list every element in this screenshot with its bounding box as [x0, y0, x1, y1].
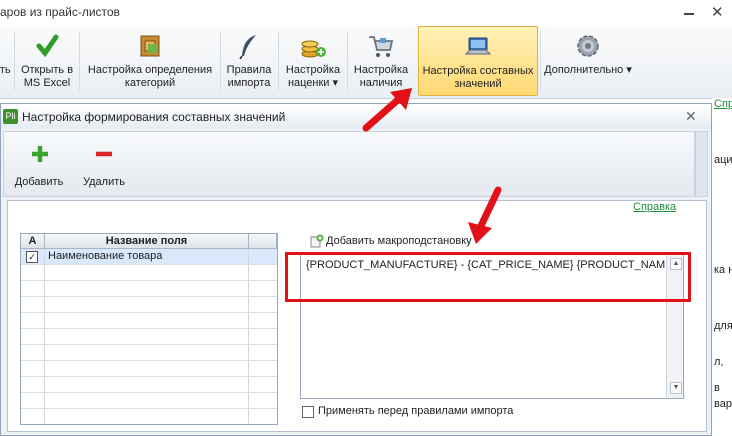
background-text: ка н	[714, 264, 732, 276]
background-text: для	[714, 320, 732, 332]
table-row-empty	[21, 281, 277, 297]
minus-icon	[96, 151, 112, 157]
laptop-icon	[464, 37, 492, 55]
apply-before-import-label: Применять перед правилами импорта	[318, 405, 514, 417]
quill-pen-icon	[239, 35, 256, 60]
app-title: аров из прайс-листов	[0, 5, 120, 19]
annotation-highlight-box	[285, 252, 691, 302]
background-text: в	[714, 382, 720, 394]
table-row-empty	[21, 265, 277, 281]
add-button[interactable]: Добавить	[10, 142, 68, 194]
column-header-extra	[249, 234, 277, 249]
dialog-title-bar: Pli Настройка формирования составных зна…	[1, 104, 711, 129]
add-macro-link[interactable]: Добавить макроподстановку	[326, 235, 472, 247]
help-link[interactable]: Справка	[633, 201, 676, 213]
fields-table: A Название поля ✓ Наименование товара	[20, 233, 278, 425]
background-text: л,	[714, 356, 724, 368]
ribbon-label: Настройка наценки ▾	[285, 64, 341, 89]
table-row-empty	[21, 393, 277, 409]
add-macro-icon	[310, 234, 324, 248]
coins-add-icon	[301, 40, 326, 58]
close-icon[interactable]: ✕	[685, 108, 697, 125]
table-row-empty	[21, 345, 277, 361]
add-button-label: Добавить	[14, 176, 64, 188]
dialog-body: Справка A Название поля ✓ Наименование т…	[7, 200, 707, 432]
open-in-excel-button[interactable]: Открыть в MS Excel	[16, 26, 78, 96]
ribbon-label: ать	[0, 64, 11, 76]
table-row-empty	[21, 297, 277, 313]
app-title-bar: аров из прайс-листов ✕	[0, 0, 732, 26]
excel-check-icon	[36, 34, 59, 58]
dialog-title: Настройка формирования составных значени…	[22, 110, 286, 124]
column-header-a[interactable]: A	[21, 234, 45, 249]
background-window-edge: ации ка н для л, в вара	[712, 98, 732, 436]
ribbon-button-partial[interactable]: ать	[0, 26, 14, 96]
delete-button-label: Удалить	[83, 176, 125, 188]
table-row[interactable]: ✓ Наименование товара	[21, 249, 277, 265]
row-checkbox-cell[interactable]: ✓	[21, 249, 45, 264]
markup-settings-button[interactable]: Настройка наценки ▾	[280, 26, 346, 96]
row-field-name: Наименование товара	[45, 249, 249, 264]
ribbon-label: Настройка составных значений	[422, 65, 534, 90]
table-row-empty	[21, 329, 277, 345]
ribbon-label: Правила импорта	[226, 64, 272, 89]
background-text: ации	[714, 154, 732, 166]
ribbon-label: Открыть в MS Excel	[20, 64, 74, 89]
annotation-arrow-icon	[468, 186, 502, 244]
delete-button[interactable]: Удалить	[78, 142, 130, 194]
table-row-empty	[21, 313, 277, 329]
more-options-button[interactable]: Дополнительно ▾	[542, 26, 634, 96]
category-settings-button[interactable]: Настройка определения категорий	[81, 26, 219, 96]
app-logo-icon: Pli	[3, 109, 18, 124]
composite-values-button[interactable]: Настройка составных значений	[418, 26, 538, 96]
apply-before-import-checkbox[interactable]	[302, 406, 314, 418]
table-row-empty	[21, 409, 277, 424]
table-row-empty	[21, 377, 277, 393]
ribbon-label: Дополнительно ▾	[544, 64, 632, 76]
background-text: вара	[714, 398, 732, 410]
dialog-toolbar: Добавить Удалить	[3, 131, 695, 197]
column-header-field-name[interactable]: Название поля	[45, 234, 249, 249]
ribbon-label: Настройка определения категорий	[87, 64, 213, 89]
annotation-arrow-icon	[362, 88, 412, 132]
minimize-icon[interactable]	[684, 10, 694, 15]
shopping-cart-icon	[369, 36, 394, 57]
background-help-link[interactable]: Справ	[714, 98, 732, 110]
row-checkbox[interactable]: ✓	[26, 251, 38, 263]
import-rules-button[interactable]: Правила импорта	[222, 26, 276, 96]
category-box-icon	[140, 35, 160, 57]
gear-icon	[577, 35, 599, 57]
plus-icon	[32, 146, 48, 162]
scroll-down-icon[interactable]: ▼	[670, 382, 682, 394]
close-icon[interactable]: ✕	[711, 3, 724, 21]
toolbar-scroll-handle[interactable]	[695, 131, 708, 197]
table-row-empty	[21, 361, 277, 377]
